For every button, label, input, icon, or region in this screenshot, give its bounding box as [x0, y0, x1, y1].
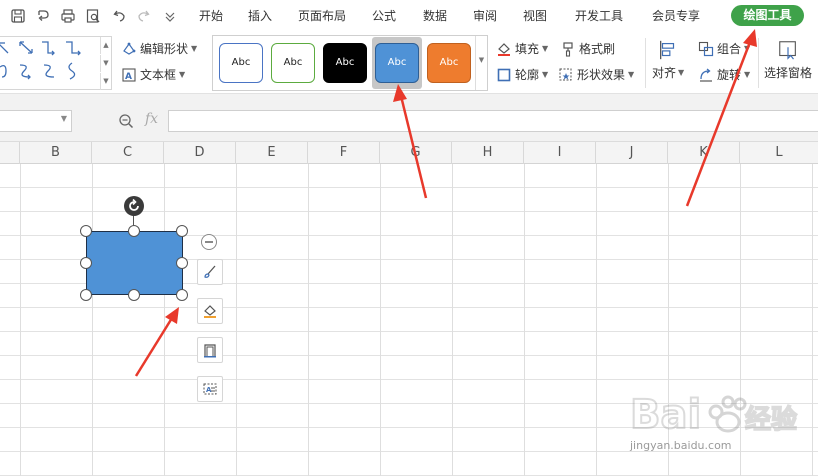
- app-window: 开始 插入 页面布局 公式 数据 审阅 视图 开发工具 会员专享 绘图工具 ▲ …: [0, 0, 818, 476]
- svg-text:经验: 经验: [745, 404, 797, 435]
- svg-text:Bai: Bai: [630, 392, 701, 438]
- watermark-url: jingyan.baidu.com: [630, 439, 732, 452]
- red-arrow-to-drawing-tools-tab: [685, 29, 757, 207]
- red-arrow-to-style-gallery: [393, 84, 428, 199]
- red-arrow-to-shape: [134, 307, 179, 377]
